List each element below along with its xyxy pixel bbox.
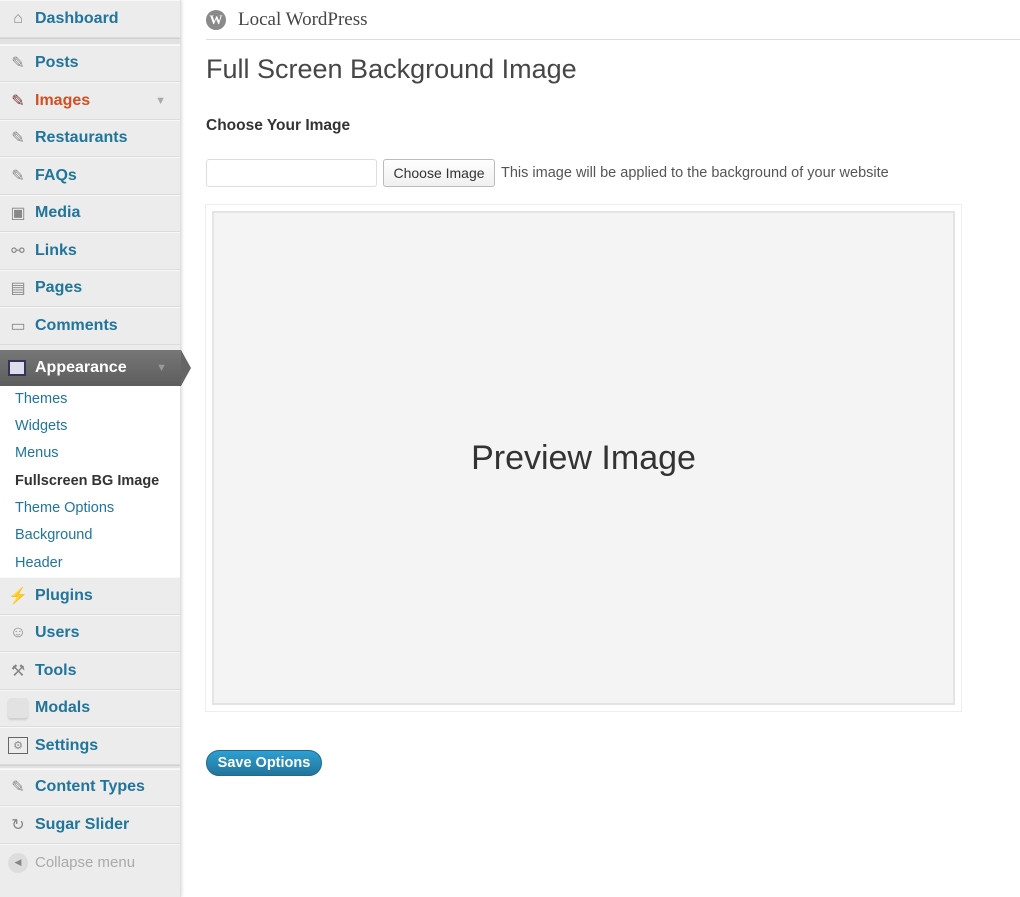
menu-comments[interactable]: ▭Comments	[0, 307, 180, 345]
pin-icon: ✎	[8, 91, 28, 111]
menu-tools[interactable]: ⚒Tools	[0, 652, 180, 690]
plugin-icon: ⚡	[8, 586, 28, 606]
comment-icon: ▭	[8, 316, 28, 336]
users-icon: ☺	[8, 623, 28, 643]
image-chooser-row: Choose Image This image will be applied …	[206, 159, 889, 187]
submenu-theme-options[interactable]: Theme Options	[0, 495, 180, 522]
menu-appearance[interactable]: Appearance▼	[0, 350, 181, 386]
menu-separator	[0, 38, 180, 45]
tools-icon: ⚒	[8, 661, 28, 681]
submenu-menus[interactable]: Menus	[0, 440, 180, 467]
modal-icon	[8, 698, 28, 718]
chevron-down-icon[interactable]: ▼	[155, 95, 166, 107]
pin-icon: ✎	[8, 777, 28, 797]
menu-images[interactable]: ✎Images▼	[0, 82, 180, 120]
section-heading: Choose Your Image	[206, 117, 350, 135]
appearance-submenu: Themes Widgets Menus Fullscreen BG Image…	[0, 386, 180, 578]
menu-users[interactable]: ☺Users	[0, 615, 180, 653]
image-description: This image will be applied to the backgr…	[501, 165, 889, 181]
settings-icon: ⚙	[8, 737, 28, 754]
pages-icon: ▤	[8, 278, 28, 298]
pin-icon: ✎	[8, 128, 28, 148]
link-icon: ⚯	[8, 241, 28, 261]
main-content: WLocal WordPress Full Screen Background …	[206, 0, 1020, 40]
menu-modals[interactable]: Modals	[0, 690, 180, 728]
choose-image-button[interactable]: Choose Image	[383, 159, 495, 187]
media-icon: ▣	[8, 203, 28, 223]
menu-plugins[interactable]: ⚡Plugins	[0, 577, 180, 615]
admin-sidebar: ⌂Dashboard ✎Posts ✎Images▼ ✎Restaurants …	[0, 0, 181, 897]
chevron-down-icon[interactable]: ▼	[156, 362, 167, 374]
submenu-background[interactable]: Background	[0, 522, 180, 549]
menu-links[interactable]: ⚯Links	[0, 232, 180, 270]
submenu-themes[interactable]: Themes	[0, 386, 180, 413]
site-name[interactable]: Local WordPress	[238, 9, 368, 31]
menu-dashboard[interactable]: ⌂Dashboard	[0, 0, 180, 38]
menu-content-types[interactable]: ✎Content Types	[0, 769, 180, 807]
menu-restaurants[interactable]: ✎Restaurants	[0, 120, 180, 158]
menu-faqs[interactable]: ✎FAQs	[0, 157, 180, 195]
image-url-input[interactable]	[206, 159, 377, 187]
save-options-button[interactable]: Save Options	[206, 750, 322, 776]
menu-settings[interactable]: ⚙Settings	[0, 727, 180, 765]
collapse-icon: ◀	[8, 853, 28, 873]
menu-pages[interactable]: ▤Pages	[0, 270, 180, 308]
site-header: W Local WordPress	[206, 0, 1020, 40]
menu-sugar-slider[interactable]: ↻Sugar Slider	[0, 806, 180, 844]
appearance-icon	[8, 360, 26, 376]
pin-icon: ✎	[8, 53, 28, 73]
submenu-header[interactable]: Header	[0, 550, 180, 577]
page-title: Full Screen Background Image	[206, 54, 577, 85]
preview-image: Preview Image	[212, 211, 955, 705]
preview-frame: Preview Image	[205, 204, 962, 712]
menu-media[interactable]: ▣Media	[0, 195, 180, 233]
home-icon: ⌂	[8, 9, 28, 29]
collapse-menu[interactable]: ◀Collapse menu	[0, 844, 180, 882]
pin-icon: ✎	[8, 166, 28, 186]
wordpress-logo-icon: W	[206, 10, 226, 30]
submenu-widgets[interactable]: Widgets	[0, 413, 180, 440]
slider-icon: ↻	[8, 815, 28, 835]
submenu-fullscreen-bg-image[interactable]: Fullscreen BG Image	[0, 468, 180, 495]
menu-posts[interactable]: ✎Posts	[0, 45, 180, 83]
